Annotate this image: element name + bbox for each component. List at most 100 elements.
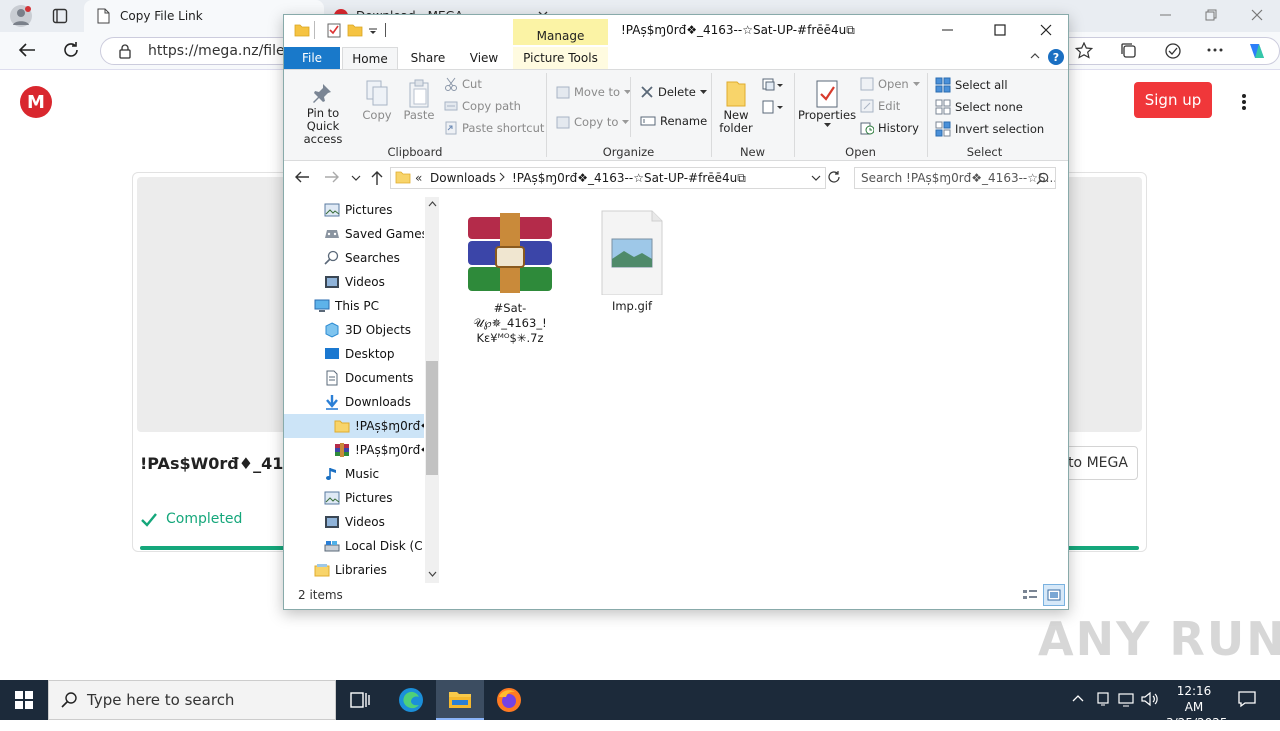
tab-share[interactable]: Share: [400, 47, 456, 69]
select-none-button[interactable]: Select none: [935, 99, 1023, 115]
new-folder-button[interactable]: New folder: [716, 79, 756, 135]
extensions-icon[interactable]: [1164, 42, 1182, 60]
url-text[interactable]: https://mega.nz/file/Cl: [148, 43, 303, 59]
windows-start-icon[interactable]: [15, 691, 33, 709]
close-icon[interactable]: [1251, 9, 1263, 21]
details-view-icon[interactable]: [1021, 586, 1039, 604]
taskbar-search-placeholder[interactable]: Type here to search: [87, 691, 234, 709]
favorite-icon[interactable]: [1075, 42, 1093, 60]
profile-avatar[interactable]: [10, 5, 32, 27]
large-icons-view-icon[interactable]: [1043, 584, 1065, 606]
tab-file[interactable]: File: [284, 47, 340, 69]
tree-item[interactable]: Libraries: [284, 558, 424, 582]
tree-item[interactable]: Videos: [284, 270, 424, 294]
tab-home[interactable]: Home: [342, 47, 398, 70]
properties-quick-icon[interactable]: [326, 22, 342, 38]
more-icon[interactable]: [1207, 48, 1223, 52]
breadcrumb-downloads[interactable]: Downloads: [430, 171, 496, 185]
scroll-up-icon[interactable]: [428, 201, 437, 207]
tree-item[interactable]: Searches: [284, 246, 424, 270]
chevron-right-icon[interactable]: [499, 172, 505, 182]
open-icon: [860, 77, 874, 91]
back-icon[interactable]: [294, 170, 310, 184]
new-folder-quick-icon[interactable]: [347, 23, 363, 37]
help-icon[interactable]: ?: [1048, 49, 1064, 65]
display-icon[interactable]: [1118, 691, 1134, 707]
open-button[interactable]: Open: [860, 77, 920, 91]
task-view-icon[interactable]: [350, 690, 370, 710]
mega-logo[interactable]: M: [20, 86, 52, 118]
recent-locations-icon[interactable]: [351, 175, 361, 181]
show-hidden-icons-icon[interactable]: [1072, 694, 1084, 702]
copy-path-button[interactable]: Copy path: [444, 99, 521, 113]
easy-access-icon[interactable]: [761, 99, 783, 115]
tab-view[interactable]: View: [456, 47, 512, 69]
tree-scrollbar-thumb[interactable]: [426, 361, 438, 475]
tree-item[interactable]: Local Disk (C:): [284, 534, 424, 558]
minimize-icon[interactable]: [942, 29, 954, 31]
refresh-icon[interactable]: [62, 41, 80, 59]
paste-button[interactable]: Paste: [400, 79, 438, 122]
quick-access-dropdown-icon[interactable]: [368, 28, 378, 36]
clock[interactable]: 12:16 AM 3/25/2025: [1166, 683, 1228, 731]
forward-icon[interactable]: [324, 170, 340, 184]
tab-actions-icon[interactable]: [52, 8, 68, 24]
sign-up-button[interactable]: Sign up: [1134, 82, 1212, 118]
pin-to-quick-access-button[interactable]: Pin to Quick access: [289, 81, 357, 146]
maximize-icon[interactable]: [994, 24, 1006, 36]
address-dropdown-icon[interactable]: [811, 175, 821, 181]
invert-selection-button[interactable]: Invert selection: [935, 121, 1044, 137]
pin-icon: [310, 81, 336, 107]
edge-taskbar-icon[interactable]: [398, 687, 424, 713]
tree-item[interactable]: Pictures: [284, 486, 424, 510]
refresh-icon[interactable]: [827, 170, 841, 184]
collections-icon[interactable]: [1120, 42, 1138, 60]
tree-item[interactable]: Pictures: [284, 198, 424, 222]
edit-button[interactable]: Edit: [860, 99, 900, 113]
restore-icon[interactable]: [1205, 9, 1217, 21]
breadcrumb-overflow[interactable]: «: [415, 171, 422, 185]
tree-item[interactable]: Documents: [284, 366, 424, 390]
search-input[interactable]: Search !PAș$ɱ0rđ❖_4163--☆S...: [854, 167, 1056, 189]
tree-item[interactable]: 3D Objects: [284, 318, 424, 342]
copilot-icon[interactable]: [1246, 40, 1268, 62]
tree-item[interactable]: !PAș$ɱ0rđ❖_4: [284, 438, 424, 462]
move-to-button[interactable]: Move to: [556, 85, 632, 99]
new-item-icon[interactable]: [761, 77, 783, 93]
minimize-icon[interactable]: [1160, 9, 1172, 21]
volume-icon[interactable]: [1141, 691, 1159, 707]
scroll-down-icon[interactable]: [428, 571, 437, 577]
tree-item[interactable]: Desktop: [284, 342, 424, 366]
import-to-mega-button[interactable]: to MEGA: [1058, 446, 1138, 480]
file-item-gif[interactable]: Imp.gif: [580, 207, 684, 327]
delete-button[interactable]: Delete: [640, 85, 707, 99]
manage-tab[interactable]: Manage: [513, 19, 608, 45]
tree-item[interactable]: Music: [284, 462, 424, 486]
tree-item[interactable]: !PAș$ɱ0rđ❖_4: [284, 414, 424, 438]
tree-item[interactable]: Downloads: [284, 390, 424, 414]
tree-item[interactable]: Saved Games: [284, 222, 424, 246]
copy-to-button[interactable]: Copy to: [556, 115, 630, 129]
close-icon[interactable]: [1040, 24, 1052, 36]
properties-button[interactable]: Properties: [798, 79, 856, 128]
history-button[interactable]: History: [860, 121, 919, 135]
tree-item-label: Saved Games: [345, 227, 424, 241]
notifications-icon[interactable]: [1238, 690, 1256, 708]
lock-icon[interactable]: [118, 43, 132, 59]
cut-button[interactable]: Cut: [444, 77, 482, 91]
rename-button[interactable]: Rename: [640, 114, 707, 128]
tree-item[interactable]: This PC: [284, 294, 424, 318]
copy-button[interactable]: Copy: [358, 79, 396, 122]
tree-item[interactable]: Videos: [284, 510, 424, 534]
menu-icon[interactable]: [1241, 93, 1247, 111]
up-icon[interactable]: [370, 170, 384, 186]
collapse-ribbon-icon[interactable]: [1030, 52, 1040, 60]
firefox-taskbar-icon[interactable]: [496, 687, 522, 713]
select-all-button[interactable]: Select all: [935, 77, 1008, 93]
paste-shortcut-button[interactable]: Paste shortcut: [444, 121, 544, 135]
back-icon[interactable]: [18, 42, 36, 58]
tab-picture-tools[interactable]: Picture Tools: [513, 47, 608, 69]
file-item-7z[interactable]: #Sat- 𝒰℘✵_4163_! Kε¥ᴹᴼ$✳.7z: [454, 207, 566, 347]
network-icon[interactable]: [1096, 691, 1110, 707]
breadcrumb-current[interactable]: !PAș$ɱ0rđ❖_4163--☆Sat-UP-#frēē4u⧉: [512, 171, 746, 186]
